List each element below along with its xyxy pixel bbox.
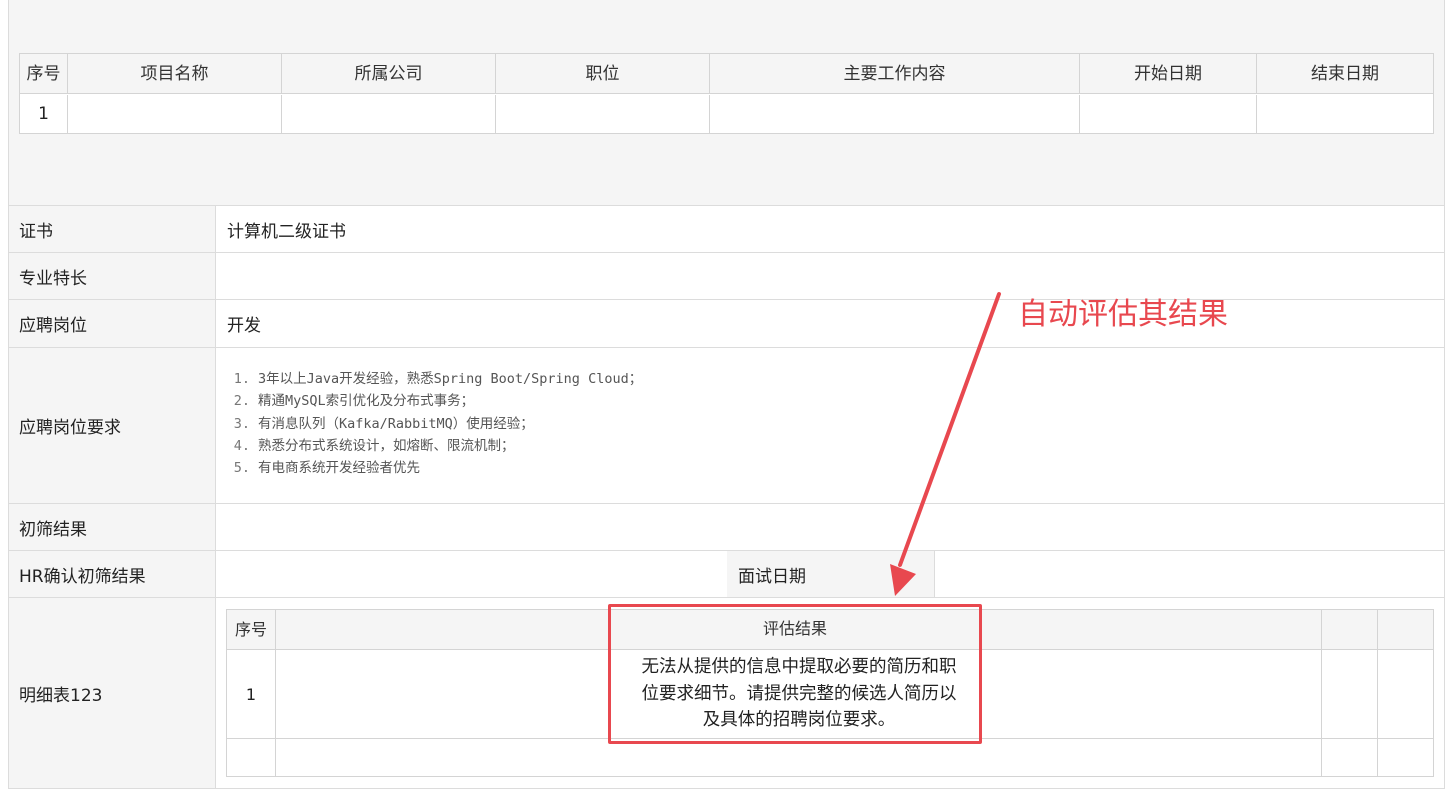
detail-col-extra-header [1322, 610, 1378, 650]
screening-result-value[interactable] [216, 504, 1444, 550]
list-item: 5. 有电商系统开发经验者优先 [233, 460, 420, 477]
detail-col-extra2-header [1378, 610, 1433, 650]
certificate-label: 证书 [9, 206, 216, 252]
cell-end-date[interactable] [1257, 95, 1433, 134]
experience-table: 序号 项目名称 所属公司 职位 主要工作内容 开始日期 结束日期 1 [19, 53, 1434, 134]
detail-cell-index: 1 [227, 650, 276, 739]
screening-result-row: 初筛结果 [8, 504, 1445, 551]
col-title-header: 职位 [496, 54, 710, 94]
annotation-label: 自动评估其结果 [1018, 297, 1228, 332]
cell-title[interactable] [496, 95, 710, 134]
certificate-value[interactable]: 计算机二级证书 [216, 206, 1444, 252]
position-row: 应聘岗位 开发 [8, 300, 1445, 348]
hr-confirm-label: HR确认初筛结果 [9, 551, 216, 597]
detail-col-index-header: 序号 [227, 610, 276, 650]
cell-project[interactable] [68, 95, 282, 134]
screening-result-label: 初筛结果 [9, 504, 216, 550]
list-item: 3. 有消息队列（Kafka/RabbitMQ）使用经验； [233, 415, 534, 432]
list-item: 2. 精通MySQL索引优化及分布式事务； [233, 393, 475, 410]
cell-work-content[interactable] [710, 95, 1080, 134]
annotation-highlight-box [608, 604, 982, 744]
col-company-header: 所属公司 [282, 54, 496, 94]
cell-start-date[interactable] [1080, 95, 1257, 134]
detail-cell-extra2[interactable] [1378, 650, 1433, 739]
detail-cell-index-empty [227, 739, 276, 776]
interview-date-value[interactable] [935, 551, 1444, 597]
position-value[interactable]: 开发 [216, 300, 1444, 347]
col-index-header: 序号 [20, 54, 68, 94]
list-item: 4. 熟悉分布式系统设计，如熔断、限流机制； [233, 437, 515, 454]
annotation-arrow-icon [890, 292, 1001, 596]
col-end-date-header: 结束日期 [1311, 64, 1379, 84]
certificate-row: 证书 计算机二级证书 [8, 206, 1445, 253]
requirements-list: 1. 3年以上Java开发经验，熟悉Spring Boot/Spring Clou… [224, 368, 642, 479]
specialty-row: 专业特长 [8, 253, 1445, 300]
position-label: 应聘岗位 [9, 300, 216, 347]
detail-cell-empty[interactable] [276, 739, 1322, 776]
col-project-header: 项目名称 [68, 54, 282, 94]
hr-confirm-value[interactable] [216, 551, 735, 597]
specialty-value[interactable] [216, 253, 1444, 299]
detail-label: 明细表123 [9, 598, 216, 788]
detail-cell-empty[interactable] [1322, 739, 1378, 776]
experience-table-header: 序号 项目名称 所属公司 职位 主要工作内容 开始日期 结束日期 [20, 54, 1433, 94]
detail-cell-extra[interactable] [1322, 650, 1378, 739]
requirements-row: 应聘岗位要求 1. 3年以上Java开发经验，熟悉Spring Boot/Spri… [8, 348, 1445, 504]
requirements-label: 应聘岗位要求 [9, 348, 216, 503]
col-work-content-header: 主要工作内容 [710, 54, 1080, 94]
cell-index: 1 [20, 95, 68, 134]
specialty-label: 专业特长 [9, 253, 216, 299]
requirements-value[interactable]: 1. 3年以上Java开发经验，熟悉Spring Boot/Spring Clou… [216, 348, 1444, 503]
list-item: 1. 3年以上Java开发经验，熟悉Spring Boot/Spring Clou… [233, 371, 643, 387]
hr-confirm-row: HR确认初筛结果 面试日期 [8, 551, 1445, 598]
cell-company[interactable] [282, 95, 496, 134]
col-start-date-header: 开始日期 [1080, 54, 1257, 94]
